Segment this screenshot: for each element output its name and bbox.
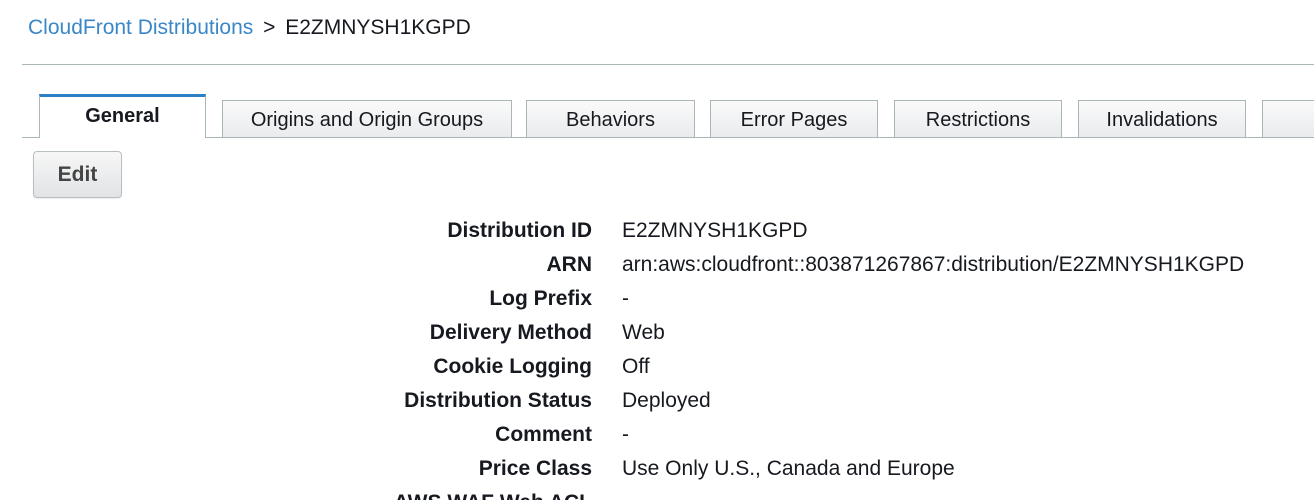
detail-label: ARN xyxy=(546,253,593,276)
detail-row-distribution-id: Distribution ID E2ZMNYSH1KGPD xyxy=(0,214,1314,248)
detail-row-comment: Comment - xyxy=(0,418,1314,452)
tab-general[interactable]: General xyxy=(39,94,206,138)
breadcrumb-link-distributions[interactable]: CloudFront Distributions xyxy=(28,16,253,39)
detail-value: Off xyxy=(622,355,650,378)
detail-label: Delivery Method xyxy=(429,321,592,344)
detail-row-price-class: Price Class Use Only U.S., Canada and Eu… xyxy=(0,452,1314,486)
tab-restrictions[interactable]: Restrictions xyxy=(894,100,1062,137)
breadcrumb: CloudFront Distributions > E2ZMNYSH1KGPD xyxy=(28,14,471,42)
cloudfront-distribution-page: CloudFront Distributions > E2ZMNYSH1KGPD… xyxy=(0,0,1314,500)
edit-button[interactable]: Edit xyxy=(33,151,122,198)
detail-label: Distribution ID xyxy=(447,219,592,242)
detail-label: Comment xyxy=(495,423,592,446)
breadcrumb-separator: > xyxy=(263,16,276,39)
detail-row-log-prefix: Log Prefix - xyxy=(0,282,1314,316)
tab-origins-and-origin-groups[interactable]: Origins and Origin Groups xyxy=(222,100,512,137)
tab-behaviors[interactable]: Behaviors xyxy=(526,100,695,137)
detail-label: AWS WAF Web ACL xyxy=(394,486,592,500)
detail-value: E2ZMNYSH1KGPD xyxy=(622,219,808,242)
detail-value: - xyxy=(622,287,629,310)
tab-invalidations[interactable]: Invalidations xyxy=(1078,100,1246,137)
header-divider xyxy=(22,64,1314,65)
detail-label: Log Prefix xyxy=(489,287,592,310)
detail-row-aws-waf-web-acl: AWS WAF Web ACL xyxy=(0,486,1314,500)
detail-value: Use Only U.S., Canada and Europe xyxy=(622,457,955,480)
detail-row-delivery-method: Delivery Method Web xyxy=(0,316,1314,350)
breadcrumb-current: E2ZMNYSH1KGPD xyxy=(285,16,471,39)
detail-row-distribution-status: Distribution Status Deployed xyxy=(0,384,1314,418)
tab-bar: General Origins and Origin Groups Behavi… xyxy=(22,94,1314,138)
detail-label: Cookie Logging xyxy=(433,355,592,378)
tab-error-pages[interactable]: Error Pages xyxy=(710,100,878,137)
detail-value: - xyxy=(622,423,629,446)
detail-value: arn:aws:cloudfront::803871267867:distrib… xyxy=(622,253,1245,276)
tab-overflow[interactable] xyxy=(1262,100,1314,137)
distribution-details: Distribution ID E2ZMNYSH1KGPD ARN arn:aw… xyxy=(0,214,1314,500)
detail-label: Price Class xyxy=(478,457,592,480)
detail-row-cookie-logging: Cookie Logging Off xyxy=(0,350,1314,384)
detail-row-arn: ARN arn:aws:cloudfront::803871267867:dis… xyxy=(0,248,1314,282)
detail-value: Deployed xyxy=(622,389,711,412)
detail-label: Distribution Status xyxy=(404,389,592,412)
detail-value: Web xyxy=(622,321,665,344)
